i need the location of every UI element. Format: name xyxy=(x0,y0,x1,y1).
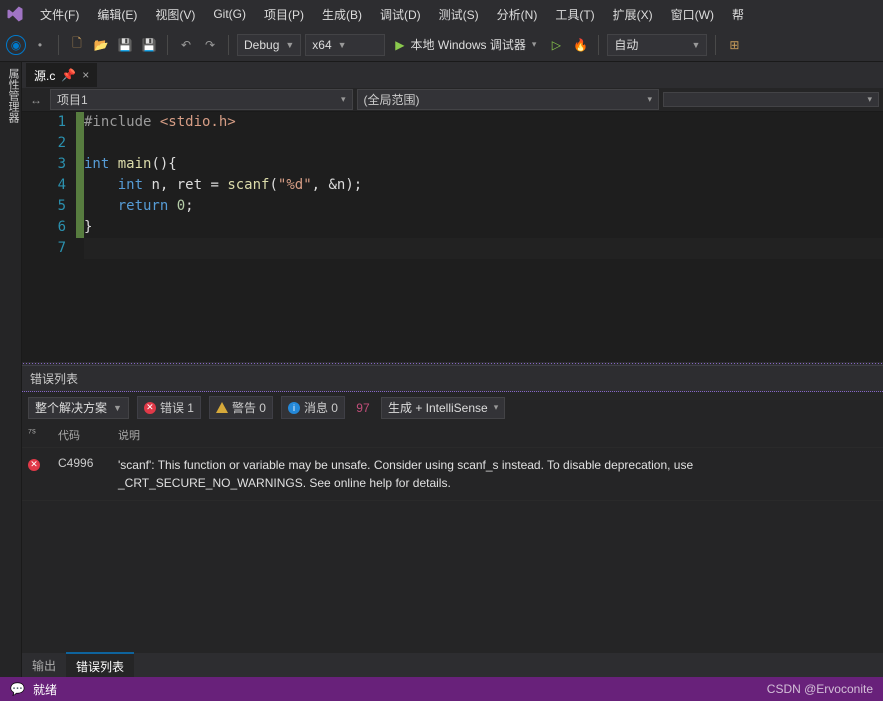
property-manager-panel[interactable]: 属性管理器 xyxy=(0,62,22,677)
editor-container: 源.c 📌 × ↔ 项目1▾ (全局范围)▾ ▾ 1234567 #includ… xyxy=(22,62,883,677)
auto-dropdown[interactable]: 自动▼ xyxy=(607,34,707,56)
error-list-panel: 错误列表 整个解决方案▼ ✕错误 1 警告 0 i消息 0 97 生成 + In… xyxy=(22,365,883,677)
watermark: CSDN @Ervoconite xyxy=(767,682,873,696)
menu-help[interactable]: 帮 xyxy=(724,2,752,27)
config-dropdown[interactable]: Debug▼ xyxy=(237,34,301,56)
menu-edit[interactable]: 编辑(E) xyxy=(89,2,145,27)
info-icon: i xyxy=(288,402,300,414)
status-ready: 就绪 xyxy=(33,681,57,698)
code-editor[interactable]: 1234567 #include <stdio.h>int main(){ in… xyxy=(22,112,883,362)
error-row[interactable]: ✕ C4996 'scanf': This function or variab… xyxy=(22,448,883,501)
project-scope-dropdown[interactable]: 项目1▾ xyxy=(50,89,353,110)
menu-bar: 文件(F) 编辑(E) 视图(V) Git(G) 项目(P) 生成(B) 调试(… xyxy=(0,0,883,28)
error-code: C4996 xyxy=(58,456,118,470)
status-bar: 💬 就绪 CSDN @Ervoconite xyxy=(0,677,883,701)
save-button[interactable]: 💾 xyxy=(115,35,135,55)
nav-back-button[interactable]: ◉ xyxy=(6,35,26,55)
run-debugger-button[interactable]: ▶本地 Windows 调试器▾ xyxy=(389,34,542,55)
nav-forward-button[interactable]: • xyxy=(30,35,50,55)
warnings-filter-button[interactable]: 警告 0 xyxy=(209,396,273,419)
breadcrumb-bar: ↔ 项目1▾ (全局范围)▾ ▾ xyxy=(22,88,883,112)
play-icon: ▶ xyxy=(395,38,404,52)
menu-git[interactable]: Git(G) xyxy=(205,3,254,25)
hot-reload-icon[interactable]: 🔥 xyxy=(570,35,590,55)
feedback-icon[interactable]: 💬 xyxy=(10,682,25,696)
member-scope-dropdown[interactable]: ▾ xyxy=(663,92,879,107)
separator xyxy=(228,35,229,55)
open-button[interactable]: 📂 xyxy=(91,35,111,55)
separator xyxy=(598,35,599,55)
col-icon[interactable]: ⁷ˢ xyxy=(28,427,58,443)
messages-filter-button[interactable]: i消息 0 xyxy=(281,396,345,419)
col-desc[interactable]: 说明 xyxy=(118,427,877,443)
new-item-button[interactable]: 🗋 xyxy=(67,35,87,55)
menu-tools[interactable]: 工具(T) xyxy=(547,2,602,27)
col-code[interactable]: 代码 xyxy=(58,427,118,443)
output-tabs: 输出 错误列表 xyxy=(22,653,883,677)
vs-logo-icon xyxy=(6,5,24,23)
separator xyxy=(715,35,716,55)
undo-button[interactable]: ↶ xyxy=(176,35,196,55)
menu-project[interactable]: 项目(P) xyxy=(256,2,312,27)
error-list-toolbar: 整个解决方案▼ ✕错误 1 警告 0 i消息 0 97 生成 + Intelli… xyxy=(22,392,883,423)
function-scope-dropdown[interactable]: (全局范围)▾ xyxy=(357,89,660,110)
error-list-title: 错误列表 xyxy=(22,366,883,392)
file-tab[interactable]: 源.c 📌 × xyxy=(26,63,97,87)
menu-view[interactable]: 视图(V) xyxy=(147,2,203,27)
menu-file[interactable]: 文件(F) xyxy=(32,2,87,27)
warning-icon xyxy=(216,402,228,413)
save-all-button[interactable]: 💾 xyxy=(139,35,159,55)
error-icon: ✕ xyxy=(144,402,156,414)
build-filter-icon[interactable]: 97 xyxy=(353,398,373,418)
menu-build[interactable]: 生成(B) xyxy=(314,2,370,27)
tab-output[interactable]: 输出 xyxy=(22,653,66,678)
separator xyxy=(58,35,59,55)
errors-filter-button[interactable]: ✕错误 1 xyxy=(137,396,201,419)
tab-error-list[interactable]: 错误列表 xyxy=(66,652,134,679)
main-area: 属性管理器 源.c 📌 × ↔ 项目1▾ (全局范围)▾ ▾ 1234567 #… xyxy=(0,62,883,677)
navigate-icon[interactable]: ↔ xyxy=(26,90,46,110)
menu-extensions[interactable]: 扩展(X) xyxy=(605,2,661,27)
redo-button[interactable]: ↷ xyxy=(200,35,220,55)
menu-debug[interactable]: 调试(D) xyxy=(372,2,429,27)
menu-analyze[interactable]: 分析(N) xyxy=(489,2,546,27)
toolbar: ◉ • 🗋 📂 💾 💾 ↶ ↷ Debug▼ x64▼ ▶本地 Windows … xyxy=(0,28,883,62)
change-indicator xyxy=(76,112,84,362)
tab-label: 源.c xyxy=(34,67,55,84)
line-gutter: 1234567 xyxy=(22,112,76,362)
source-dropdown[interactable]: 生成 + IntelliSense▾ xyxy=(381,397,505,419)
error-description: 'scanf': This function or variable may b… xyxy=(118,456,877,492)
error-icon: ✕ xyxy=(28,459,40,471)
error-table-header: ⁷ˢ 代码 说明 xyxy=(22,423,883,448)
menu-test[interactable]: 测试(S) xyxy=(431,2,487,27)
menu-window[interactable]: 窗口(W) xyxy=(663,2,722,27)
code-content[interactable]: #include <stdio.h>int main(){ int n, ret… xyxy=(84,112,883,362)
tab-well: 源.c 📌 × xyxy=(22,62,883,88)
close-icon[interactable]: × xyxy=(82,68,89,82)
separator xyxy=(167,35,168,55)
platform-dropdown[interactable]: x64▼ xyxy=(305,34,385,56)
extra-button[interactable]: ⊞ xyxy=(724,35,744,55)
scope-dropdown[interactable]: 整个解决方案▼ xyxy=(28,397,129,419)
start-without-debug-button[interactable]: ▷ xyxy=(546,35,566,55)
pin-icon[interactable]: 📌 xyxy=(61,68,76,82)
